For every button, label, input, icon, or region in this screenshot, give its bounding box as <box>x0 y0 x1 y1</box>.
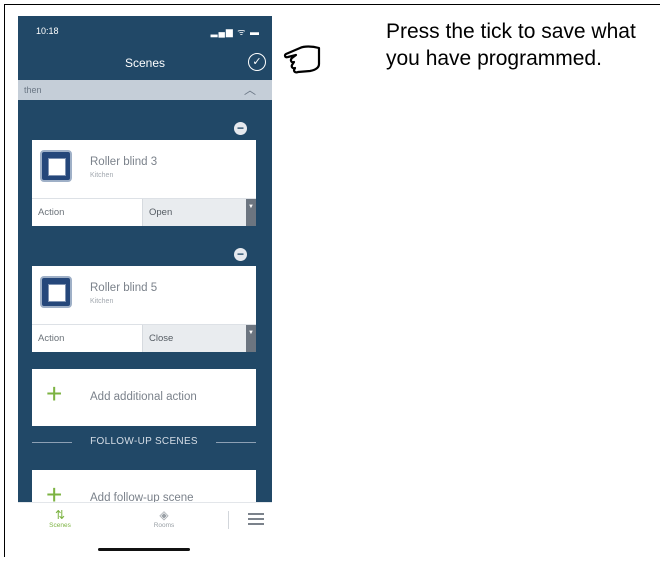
tab-scenes-label: Scenes <box>49 522 71 529</box>
action-row: Action Open ▼ <box>32 198 256 226</box>
plus-icon: + <box>46 378 63 409</box>
action-card: Roller blind 5 Kitchen Action Close ▼ <box>32 266 256 352</box>
add-action-button[interactable]: + Add additional action <box>32 369 256 426</box>
action-label: Action <box>38 333 65 344</box>
action-select[interactable]: Close ▼ <box>142 325 256 352</box>
roller-blind-icon <box>40 276 72 308</box>
chevron-up-icon[interactable]: ︿ <box>244 81 256 98</box>
status-icons: ▂▄▆ ᯤ ▬ <box>210 27 260 37</box>
menu-icon[interactable] <box>248 513 264 528</box>
remove-action-icon[interactable]: − <box>234 248 247 261</box>
tab-rooms[interactable]: ◈ Rooms <box>134 508 194 529</box>
device-name: Roller blind 3 <box>90 156 158 168</box>
phone-screenshot: 10:18 ▂▄▆ ᯤ ▬ Scenes ✓ then ︿ − Roller b… <box>18 16 272 556</box>
check-circle-icon[interactable]: ✓ <box>248 53 266 71</box>
status-time: 10:18 <box>36 26 59 36</box>
instruction-text: Press the tick to save what you have pro… <box>386 20 636 70</box>
tab-bar: ⇅ Scenes ◈ Rooms <box>18 502 272 537</box>
home-indicator <box>98 548 190 551</box>
action-card: Roller blind 3 Kitchen Action Open ▼ <box>32 140 256 226</box>
action-row: Action Close ▼ <box>32 324 256 352</box>
roller-blind-icon <box>40 150 72 182</box>
tab-separator <box>228 511 229 529</box>
app-header: Scenes ✓ <box>18 46 272 80</box>
device-room: Kitchen <box>90 172 114 179</box>
action-select[interactable]: Open ▼ <box>142 199 256 226</box>
status-bar: 10:18 ▂▄▆ ᯤ ▬ <box>18 16 272 46</box>
action-label: Action <box>38 207 65 218</box>
dropdown-arrow-icon: ▼ <box>246 325 256 352</box>
action-value: Close <box>149 333 174 344</box>
then-label: then <box>24 85 42 95</box>
action-value: Open <box>149 207 173 218</box>
add-action-label: Add additional action <box>90 391 197 403</box>
scenes-icon: ⇅ <box>54 508 66 522</box>
app-screen: 10:18 ▂▄▆ ᯤ ▬ Scenes ✓ then ︿ − Roller b… <box>18 16 272 527</box>
followup-heading: FOLLOW-UP SCENES <box>32 434 256 454</box>
device-room: Kitchen <box>90 298 114 305</box>
rooms-icon: ◈ <box>159 508 169 522</box>
tab-rooms-label: Rooms <box>153 522 175 529</box>
remove-action-icon[interactable]: − <box>234 122 247 135</box>
device-name: Roller blind 5 <box>90 282 158 294</box>
page-title: Scenes <box>124 56 166 70</box>
dropdown-arrow-icon: ▼ <box>246 199 256 226</box>
divider <box>216 442 256 443</box>
tab-scenes[interactable]: ⇅ Scenes <box>30 508 90 529</box>
pointing-hand-icon <box>283 45 321 74</box>
then-section-bar[interactable]: then ︿ <box>18 80 272 100</box>
